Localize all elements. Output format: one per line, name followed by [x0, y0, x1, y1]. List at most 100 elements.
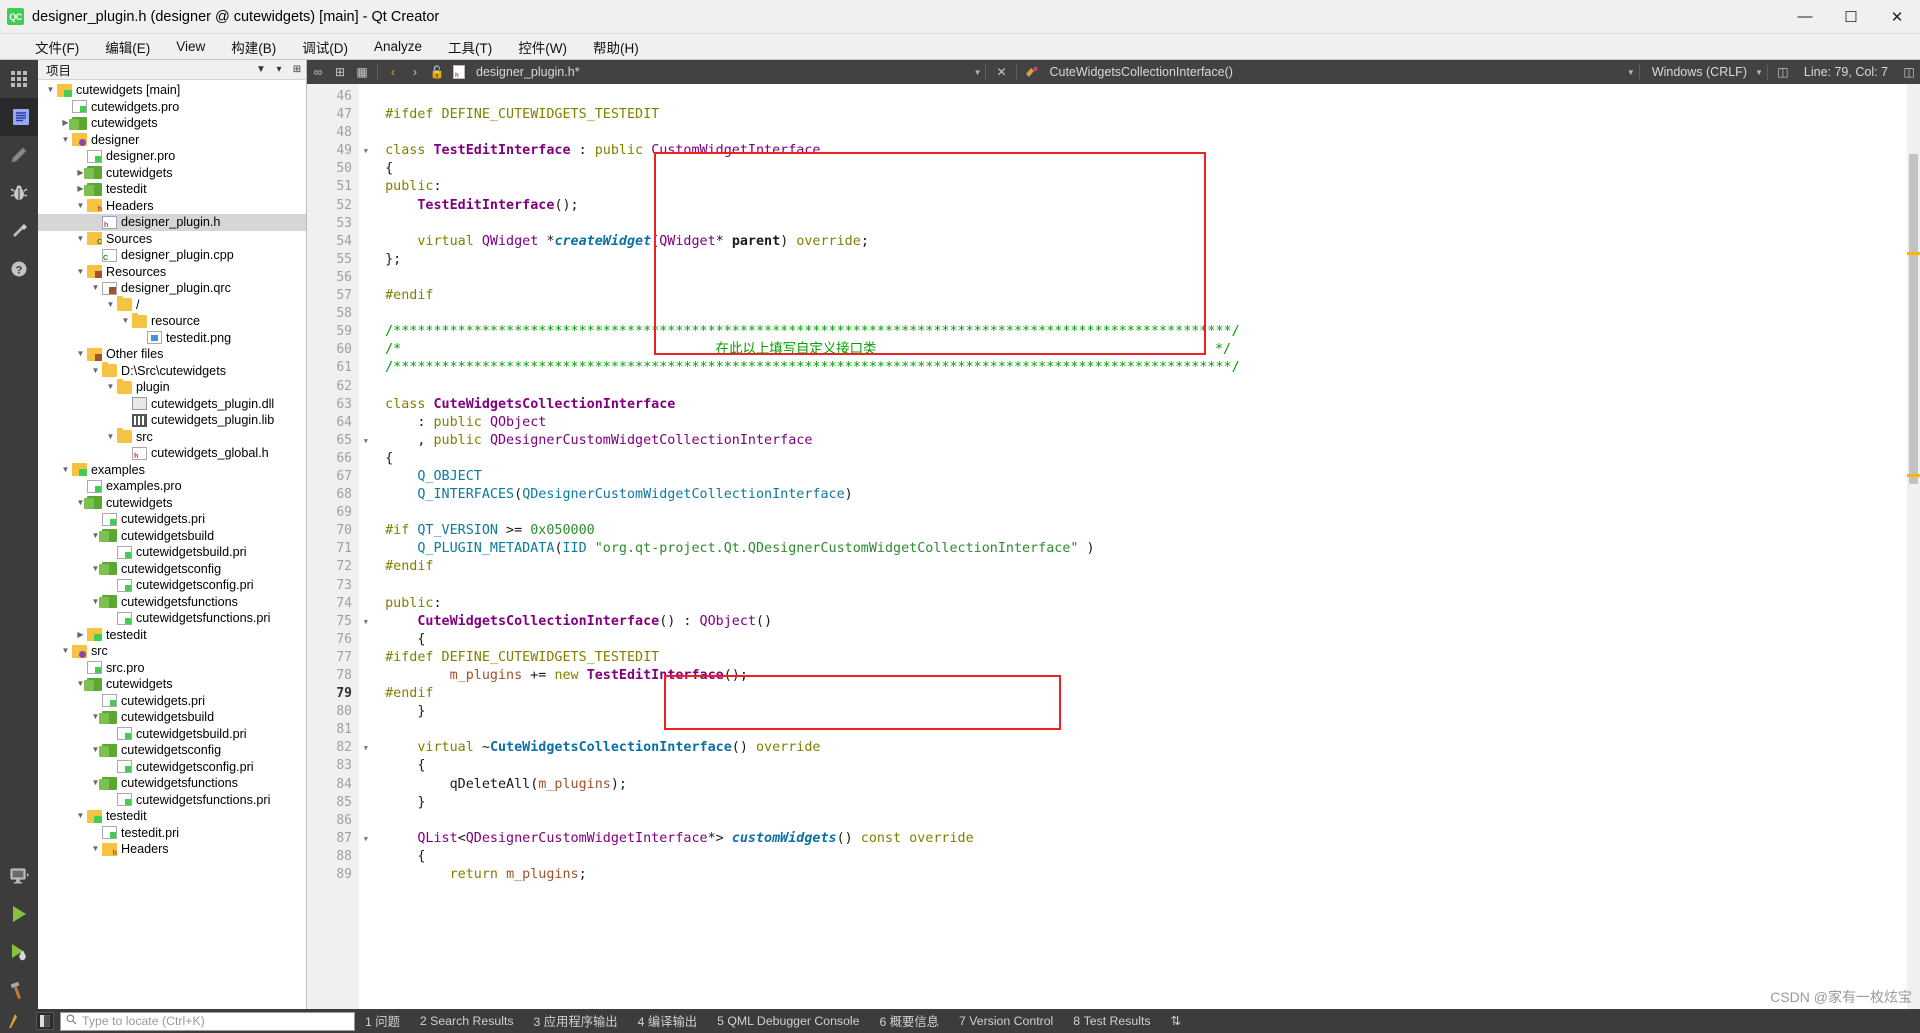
code-line[interactable]	[359, 721, 1920, 739]
chevron-down-icon[interactable]: ▼	[74, 264, 87, 281]
tree-item[interactable]: testedit.pri	[38, 825, 306, 842]
menu-debug[interactable]: 调试(D)	[289, 35, 361, 59]
indentation-icon[interactable]: ◫	[1772, 61, 1794, 83]
tree-item[interactable]: cutewidgets_global.h	[38, 445, 306, 462]
code-line[interactable]	[359, 269, 1920, 287]
filter-settings-icon[interactable]: ⊞	[288, 61, 306, 79]
chevron-down-icon[interactable]: ▼	[89, 363, 102, 380]
chevron-down-icon[interactable]: ▼	[89, 841, 102, 858]
kit-selector-button[interactable]	[0, 857, 38, 895]
tree-item[interactable]: ▼ designer	[38, 132, 306, 149]
close-document-icon[interactable]: ✕	[990, 61, 1012, 83]
tree-item[interactable]: ▼ Headers	[38, 198, 306, 215]
chevron-down-icon[interactable]: ▼	[74, 198, 87, 215]
output-pane-expand-icon[interactable]: ⇅	[1161, 1014, 1191, 1028]
tree-item[interactable]: cutewidgets_plugin.dll	[38, 396, 306, 413]
tree-item[interactable]: designer_plugin.h	[38, 214, 306, 231]
chevron-down-icon[interactable]: ▼	[104, 297, 117, 314]
code-line[interactable]: #endif	[359, 685, 1920, 703]
close-split-icon[interactable]: ▦	[351, 61, 373, 83]
code-line[interactable]	[359, 124, 1920, 142]
tree-item[interactable]: ▼ cutewidgetsconfig	[38, 742, 306, 759]
code-editor[interactable]: 46 47 48 49 ▼ 50 51 52 53 54 55 56 57 58 59 60 61 62 63 64 6…	[307, 84, 1920, 1009]
chevron-down-icon[interactable]: ▼	[59, 643, 72, 660]
code-line[interactable]: /* 在此以上填写自定义接口类 */	[359, 341, 1920, 359]
code-line[interactable]: {	[359, 757, 1920, 775]
tree-item[interactable]: ▼ cutewidgets	[38, 495, 306, 512]
code-line[interactable]: {	[359, 848, 1920, 866]
start-debugging-button[interactable]	[0, 933, 38, 971]
editor-vertical-scrollbar[interactable]	[1907, 84, 1920, 1009]
output-pane-issues[interactable]: 1 问题	[355, 1012, 410, 1030]
chevron-down-icon[interactable]: ▼	[89, 280, 102, 297]
code-line[interactable]: m_plugins += new TestEditInterface();	[359, 667, 1920, 685]
code-line[interactable]: Q_OBJECT	[359, 468, 1920, 486]
code-line[interactable]	[359, 378, 1920, 396]
open-file-name[interactable]: designer_plugin.h*	[470, 65, 586, 79]
code-line[interactable]	[359, 812, 1920, 830]
menu-file[interactable]: 文件(F)	[22, 35, 92, 59]
code-line[interactable]: public:	[359, 178, 1920, 196]
code-line[interactable]: virtual ~CuteWidgetsCollectionInterface(…	[359, 739, 1920, 757]
output-pane-general-messages[interactable]: 6 概要信息	[869, 1012, 948, 1030]
tree-item[interactable]: ▼ Sources	[38, 231, 306, 248]
code-line[interactable]: #endif	[359, 558, 1920, 576]
code-line[interactable]: #ifdef DEFINE_CUTEWIDGETS_TESTEDIT	[359, 106, 1920, 124]
tree-item[interactable]: cutewidgets.pri	[38, 693, 306, 710]
tree-item[interactable]: cutewidgetsfunctions.pri	[38, 610, 306, 627]
menu-edit[interactable]: 编辑(E)	[92, 35, 163, 59]
output-pane-app-output[interactable]: 3 应用程序输出	[524, 1012, 628, 1030]
code-line[interactable]: {	[359, 631, 1920, 649]
code-line[interactable]	[359, 577, 1920, 595]
code-line[interactable]: #endif	[359, 287, 1920, 305]
code-line[interactable]: {	[359, 450, 1920, 468]
tree-item[interactable]: cutewidgetsbuild.pri	[38, 544, 306, 561]
tree-item[interactable]: ▼ cutewidgetsconfig	[38, 561, 306, 578]
code-line[interactable]: TestEditInterface();	[359, 197, 1920, 215]
symbol-chevron-down-icon[interactable]: ▼	[1627, 68, 1635, 77]
tree-item[interactable]: ▼ cutewidgets [main]	[38, 82, 306, 99]
output-pane-version-control[interactable]: 7 Version Control	[949, 1014, 1063, 1028]
tree-item[interactable]: ▼ Resources	[38, 264, 306, 281]
maximize-button[interactable]: ☐	[1828, 0, 1874, 33]
chevron-down-icon[interactable]: ▼	[74, 231, 87, 248]
chevron-down-icon[interactable]: ▼	[59, 132, 72, 149]
tree-item[interactable]: ▼ cutewidgetsfunctions	[38, 594, 306, 611]
code-content[interactable]: #ifdef DEFINE_CUTEWIDGETS_TESTEDIT class…	[359, 84, 1920, 1009]
cursor-position-label[interactable]: Line: 79, Col: 7	[1794, 65, 1898, 79]
sidebar-item-design[interactable]	[0, 136, 38, 174]
code-line[interactable]: QList<QDesignerCustomWidgetInterface*> c…	[359, 830, 1920, 848]
tree-item[interactable]: cutewidgetsbuild.pri	[38, 726, 306, 743]
build-button[interactable]	[0, 971, 38, 1009]
locator-input[interactable]: Type to locate (Ctrl+K)	[60, 1011, 355, 1031]
chevron-down-icon[interactable]: ▼	[59, 462, 72, 479]
menu-help[interactable]: 帮助(H)	[580, 35, 652, 59]
line-ending-label[interactable]: Windows (CRLF)	[1644, 65, 1755, 79]
sidebar-item-edit[interactable]	[0, 98, 38, 136]
tree-item[interactable]: cutewidgetsconfig.pri	[38, 577, 306, 594]
code-line[interactable]: {	[359, 160, 1920, 178]
tree-item[interactable]: ▼ plugin	[38, 378, 306, 396]
symbol-name[interactable]: CuteWidgetsCollectionInterface()	[1043, 65, 1238, 79]
chevron-down-icon[interactable]: ▼	[252, 61, 270, 79]
code-line[interactable]: return m_plugins;	[359, 866, 1920, 884]
split-editor-icon[interactable]: ∞	[307, 61, 329, 83]
chevron-down-icon[interactable]: ▼	[74, 808, 87, 825]
code-line[interactable]: #ifdef DEFINE_CUTEWIDGETS_TESTEDIT	[359, 649, 1920, 667]
scrollbar-thumb[interactable]	[1909, 154, 1918, 484]
tree-item[interactable]: ▶ cutewidgets	[38, 115, 306, 132]
tree-item[interactable]: ▼ D:\Src\cutewidgets	[38, 362, 306, 380]
sidebar-item-help[interactable]: ?	[0, 250, 38, 288]
tree-item[interactable]: designer.pro	[38, 148, 306, 165]
file-chevron-down-icon[interactable]: ▼	[974, 68, 982, 77]
tree-item[interactable]: cutewidgets.pri	[38, 511, 306, 528]
sidebar-item-debug[interactable]	[0, 174, 38, 212]
code-line[interactable]: /***************************************…	[359, 323, 1920, 341]
line-ending-chevron-down-icon[interactable]: ▼	[1755, 68, 1763, 77]
chevron-down-icon[interactable]: ▼	[104, 429, 117, 446]
tree-item[interactable]: ▼ cutewidgetsfunctions	[38, 775, 306, 792]
tree-item[interactable]: ▼ resource	[38, 312, 306, 330]
tree-item[interactable]: designer_plugin.cpp	[38, 247, 306, 264]
filter-icon[interactable]: ▾	[270, 61, 288, 79]
tree-item[interactable]: examples.pro	[38, 478, 306, 495]
